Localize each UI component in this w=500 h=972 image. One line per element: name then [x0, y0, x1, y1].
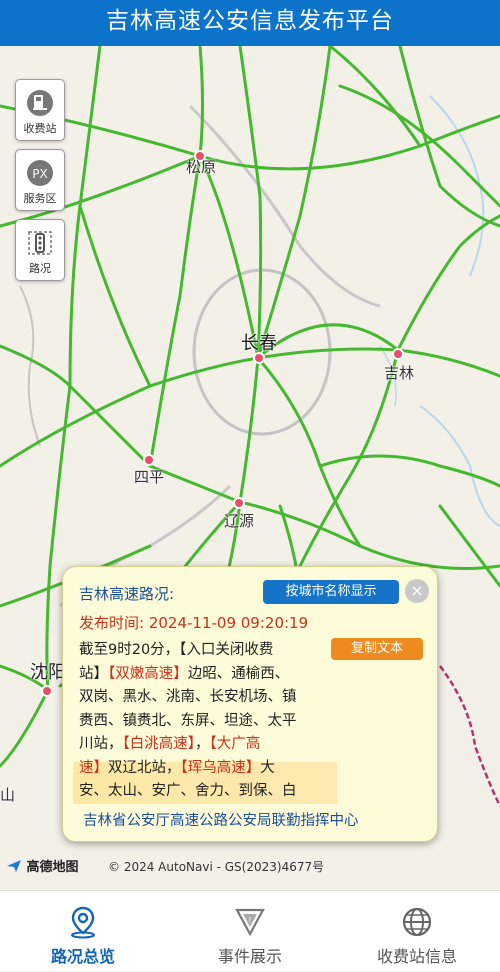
- publish-time: 发布时间: 2024-11-09 09:20:19: [79, 614, 309, 632]
- map-copyright: © 2024 AutoNavi - GS(2023)4677号: [108, 860, 325, 874]
- city-label-liaoyuan: 辽源: [224, 512, 255, 530]
- popup-title: 吉林高速路况:: [79, 585, 175, 603]
- tab-label: 事件展示: [217, 947, 282, 966]
- popup-footer: 吉林省公安厅高速公路公安局联勤指挥中心: [83, 813, 359, 829]
- amap-logo: 高德地图: [6, 856, 79, 875]
- road-name: 【大广高: [209, 736, 261, 752]
- copy-text-button[interactable]: 复制文本: [331, 638, 423, 660]
- traffic-info-text[interactable]: 截至9时20分，【入口关闭收费 站】【双嫩高速】边昭、通榆西、 双岗、黑水、洮南…: [79, 639, 329, 804]
- warning-triangle-icon: !: [235, 908, 265, 937]
- bottom-tab-bar: 路况总览 ! 事件展示 收费站信息: [0, 890, 500, 971]
- svg-text:PX: PX: [32, 167, 47, 181]
- city-label-shenyang: 沈阳: [30, 662, 66, 683]
- globe-icon: [402, 907, 432, 937]
- road-name: 【白洮高速】: [122, 736, 196, 752]
- road-name: 速】: [79, 759, 108, 776]
- toll-station-icon: [27, 90, 53, 116]
- toll-station-label: 收费站: [23, 122, 57, 135]
- service-area-icon: PX: [27, 160, 53, 186]
- show-by-city-button[interactable]: 按城市名称显示: [263, 580, 399, 604]
- amap-arrow-icon: [7, 860, 21, 872]
- tab-event-display[interactable]: ! 事件展示: [167, 891, 333, 972]
- traffic-button[interactable]: 路况: [15, 219, 65, 281]
- page-title: 吉林高速公安信息发布平台: [0, 0, 500, 46]
- city-label-changchun: 长春: [241, 333, 277, 354]
- location-pin-icon: [71, 906, 95, 939]
- close-icon[interactable]: ×: [405, 579, 429, 603]
- service-area-label: 服务区: [23, 192, 57, 205]
- tab-toll-station-info[interactable]: 收费站信息: [334, 891, 500, 972]
- road-name: 【珲乌高速】: [180, 759, 261, 776]
- city-label-siping: 四平: [134, 468, 165, 486]
- toll-station-button[interactable]: 收费站: [15, 79, 65, 141]
- tab-traffic-overview[interactable]: 路况总览: [0, 891, 166, 972]
- city-label-shan: 山: [0, 786, 16, 804]
- city-label-songyuan: 松原: [186, 158, 217, 176]
- traffic-icon: [28, 231, 52, 255]
- tab-label: 路况总览: [50, 947, 115, 966]
- road-name: 【双嫩高速】: [108, 665, 188, 682]
- traffic-label: 路况: [29, 262, 51, 275]
- service-area-button[interactable]: PX 服务区: [15, 149, 65, 211]
- city-label-jilin: 吉林: [384, 364, 415, 382]
- tab-label: 收费站信息: [376, 947, 457, 966]
- svg-text:!: !: [248, 916, 251, 925]
- traffic-info-popup: 吉林高速路况: 按城市名称显示 × 发布时间: 2024-11-09 09:20…: [62, 566, 438, 842]
